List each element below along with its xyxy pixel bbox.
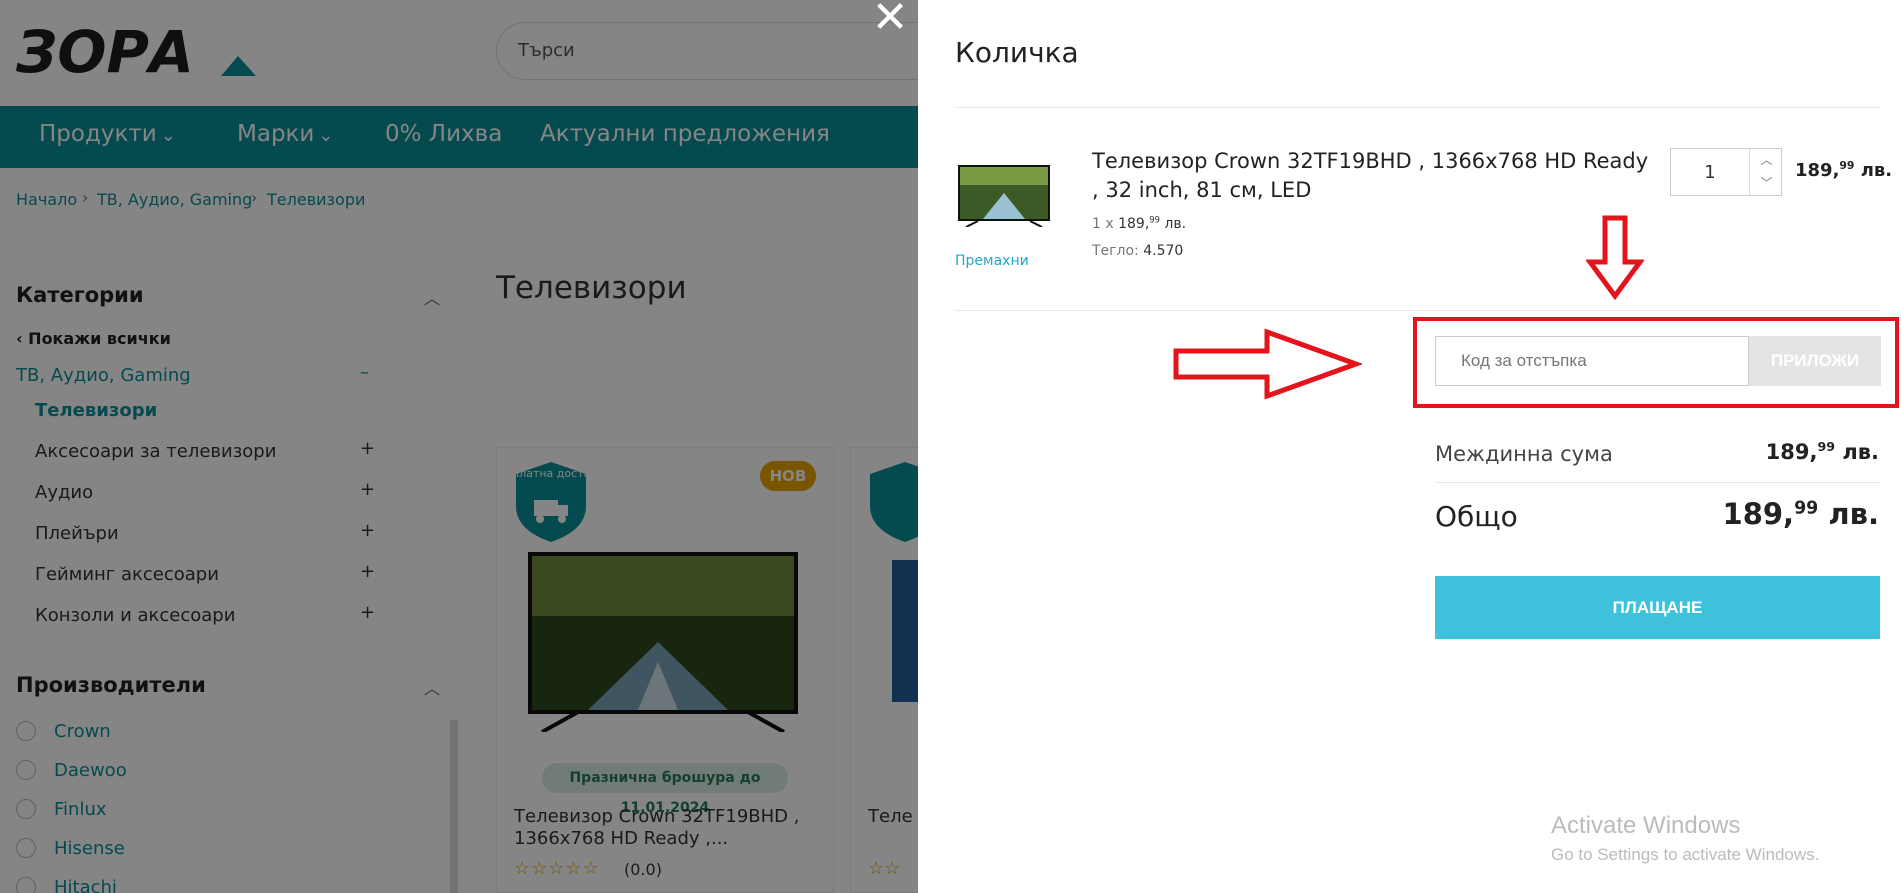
windows-activation-title: Activate Windows — [1551, 812, 1741, 839]
windows-activation-subtitle: Go to Settings to activate Windows. — [1551, 845, 1820, 864]
cart-item-name[interactable]: Телевизор Crown 32TF19BHD , 1366x768 HD … — [1092, 147, 1652, 205]
annotation-down-arrow-icon — [1586, 215, 1644, 300]
chevron-up-icon[interactable]: ︿ — [1750, 149, 1783, 172]
divider — [955, 310, 1880, 311]
cart-item-price: 189,99 лв. — [1795, 159, 1893, 181]
cart-item-unit-price: 1 x 189,99 лв. — [1092, 214, 1187, 232]
annotation-right-arrow-icon — [1173, 328, 1362, 400]
apply-coupon-button[interactable]: ПРИЛОЖИ — [1749, 336, 1881, 386]
quantity-input[interactable] — [1671, 149, 1749, 195]
remove-item-link[interactable]: Премахни — [955, 253, 1029, 269]
total-label: Общо — [1435, 500, 1518, 533]
divider — [955, 107, 1880, 108]
divider — [1435, 482, 1880, 483]
cart-item-weight: Тегло: 4.570 — [1092, 243, 1184, 259]
discount-code-input[interactable] — [1435, 336, 1749, 386]
modal-overlay[interactable] — [0, 0, 918, 893]
total-value: 189,99 лв. — [1722, 497, 1879, 531]
chevron-down-icon[interactable]: ﹀ — [1750, 172, 1783, 195]
quantity-stepper[interactable]: ︿ ﹀ — [1670, 148, 1782, 196]
subtotal-value: 189,99 лв. — [1765, 439, 1879, 464]
subtotal-label: Междинна сума — [1435, 442, 1613, 466]
quantity-buttons: ︿ ﹀ — [1749, 149, 1782, 195]
checkout-button[interactable]: ПЛАЩАНЕ — [1435, 576, 1880, 639]
cart-drawer — [918, 0, 1901, 893]
close-icon[interactable]: ✕ — [870, 0, 910, 40]
cart-title: Количка — [955, 36, 1079, 69]
cart-item-thumbnail[interactable] — [958, 165, 1050, 227]
